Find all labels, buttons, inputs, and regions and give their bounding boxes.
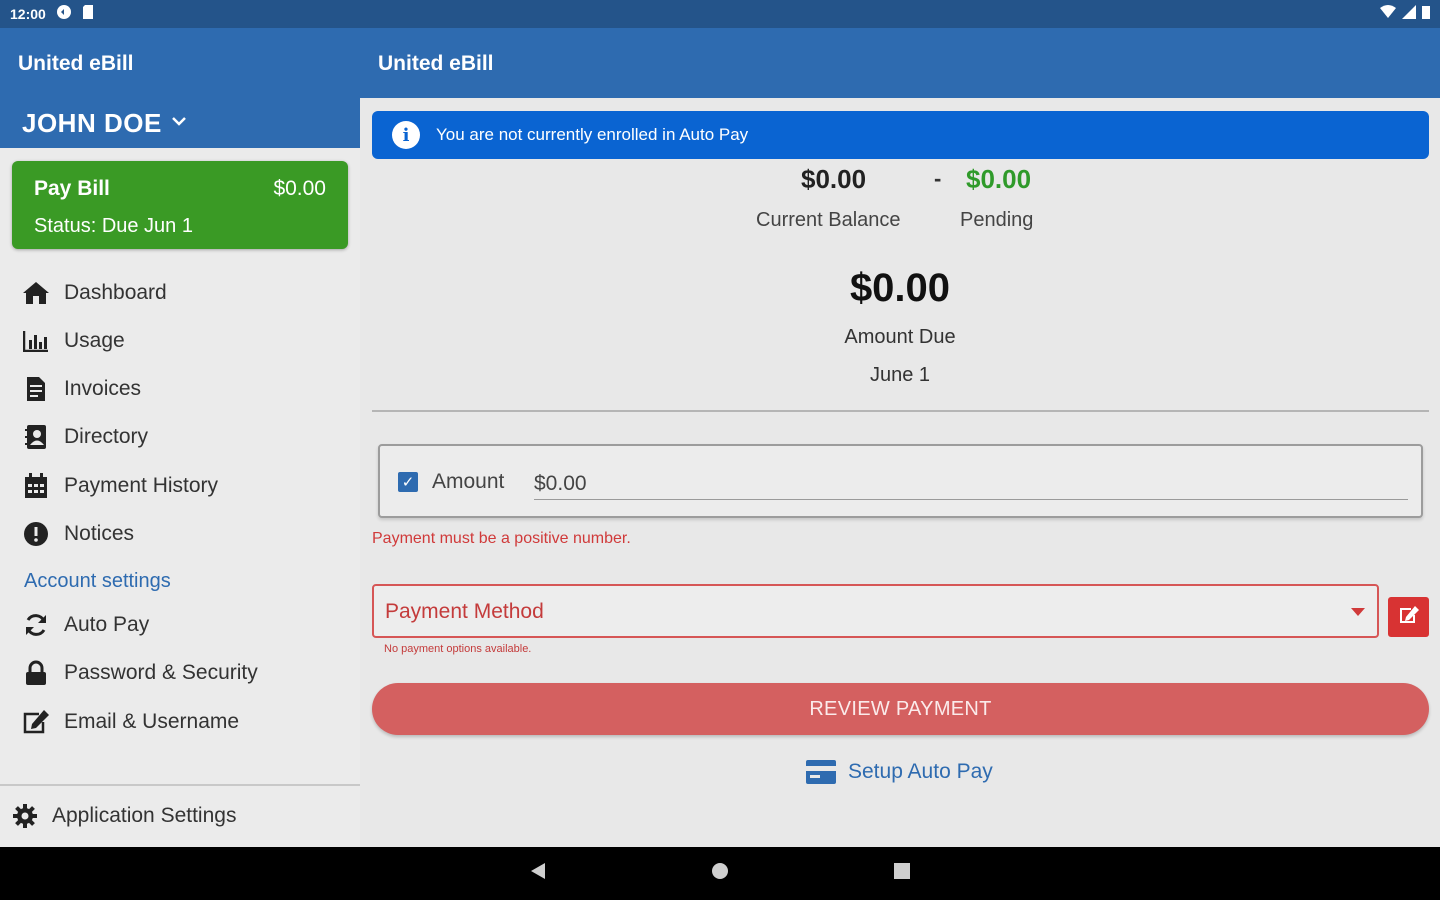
sidebar-item-label: Dashboard <box>64 281 167 304</box>
pay-bill-title: Pay Bill <box>34 177 110 200</box>
home-circle-icon <box>711 862 729 885</box>
edit-payment-method-button[interactable] <box>1388 597 1429 637</box>
edit-icon <box>1399 605 1419 629</box>
pay-bill-card[interactable]: Pay Bill $0.00 Status: Due Jun 1 <box>12 161 348 249</box>
invoice-icon <box>22 375 50 403</box>
review-payment-button[interactable]: REVIEW PAYMENT <box>372 683 1429 735</box>
alert-circle-icon <box>22 520 50 548</box>
amount-error: Payment must be a positive number. <box>372 530 631 547</box>
page-title: United eBill <box>378 52 494 75</box>
signal-icon <box>1402 5 1416 23</box>
info-icon: i <box>392 121 420 149</box>
sidebar-item-label: Directory <box>64 425 149 448</box>
back-triangle-icon <box>530 862 546 885</box>
credit-card-icon <box>806 760 836 784</box>
banner-text: You are not currently enrolled in Auto P… <box>436 125 749 144</box>
sidebar-item-usage[interactable]: Usage <box>22 323 125 359</box>
user-name: JOHN DOE <box>22 107 162 138</box>
sidebar-item-label: Notices <box>64 522 135 545</box>
home-button[interactable] <box>700 847 740 900</box>
sidebar-item-label: Application Settings <box>52 804 237 827</box>
pay-bill-amount: $0.00 <box>273 177 326 200</box>
edit-icon <box>22 708 50 736</box>
sidebar-item-payment-history[interactable]: Payment History <box>22 468 218 504</box>
sync-status-icon <box>56 4 72 24</box>
amount-due-date: June 1 <box>869 364 931 386</box>
sidebar-item-application-settings[interactable]: Application Settings <box>10 798 236 834</box>
home-icon <box>22 279 50 307</box>
amount-checkbox[interactable]: ✓ <box>398 472 418 492</box>
sidebar-item-label: Usage <box>64 329 125 352</box>
sidebar-item-label: Auto Pay <box>64 613 150 636</box>
account-settings-heading: Account settings <box>24 570 171 592</box>
auto-pay-banner: i You are not currently enrolled in Auto… <box>372 111 1429 159</box>
sidebar-item-invoices[interactable]: Invoices <box>22 371 141 407</box>
back-button[interactable] <box>518 847 558 900</box>
payment-method-error: No payment options available. <box>384 643 532 655</box>
section-divider <box>372 410 1429 412</box>
amount-due-value: $0.00 <box>849 266 951 310</box>
calendar-icon <box>22 472 50 500</box>
balance-separator: - <box>934 166 942 191</box>
sidebar-divider <box>0 784 360 786</box>
sidebar-item-dashboard[interactable]: Dashboard <box>22 275 167 311</box>
status-time: 12:00 <box>10 6 46 22</box>
amount-label: Amount <box>432 470 505 493</box>
sidebar-item-directory[interactable]: Directory <box>22 419 148 455</box>
lock-icon <box>22 659 50 687</box>
chevron-down-icon <box>171 114 186 132</box>
sync-icon <box>22 611 50 639</box>
drawer-app-title: United eBill <box>18 52 134 75</box>
amount-due-label: Amount Due <box>844 326 956 348</box>
payment-method-placeholder: Payment Method <box>385 600 544 623</box>
pending-label: Pending <box>960 209 1034 231</box>
system-nav-bar <box>0 847 1440 900</box>
pending-value: $0.00 <box>966 164 1032 194</box>
sd-card-icon <box>82 4 94 24</box>
sidebar-item-label: Invoices <box>64 377 142 400</box>
battery-icon <box>1422 5 1430 23</box>
recents-button[interactable] <box>882 847 922 900</box>
payment-method-select[interactable]: Payment Method <box>372 584 1379 638</box>
sidebar-item-email-username[interactable]: Email & Username <box>22 704 239 740</box>
sidebar-item-label: Email & Username <box>64 710 240 733</box>
account-switcher[interactable]: JOHN DOE <box>0 98 360 148</box>
setup-auto-pay-label: Setup Auto Pay <box>848 760 993 783</box>
contact-book-icon <box>22 423 50 451</box>
current-balance-value: $0.00 <box>801 164 867 194</box>
app-bar: United eBill United eBill <box>0 28 1440 98</box>
sidebar: JOHN DOE Pay Bill $0.00 Status: Due Jun … <box>0 98 360 847</box>
status-bar: 12:00 <box>0 0 1440 28</box>
bar-chart-icon <box>22 327 50 355</box>
sidebar-item-auto-pay[interactable]: Auto Pay <box>22 607 149 643</box>
dropdown-caret-icon <box>1351 608 1365 616</box>
sidebar-item-notices[interactable]: Notices <box>22 516 134 552</box>
amount-input[interactable] <box>534 468 1408 500</box>
wifi-icon <box>1380 5 1396 23</box>
sidebar-item-password-security[interactable]: Password & Security <box>22 655 258 691</box>
recents-square-icon <box>893 862 911 885</box>
sidebar-item-label: Payment History <box>64 474 219 497</box>
current-balance-label: Current Balance <box>756 209 901 231</box>
setup-auto-pay-link[interactable]: Setup Auto Pay <box>806 760 993 784</box>
main-content: i You are not currently enrolled in Auto… <box>360 98 1440 847</box>
amount-field-card: ✓ Amount <box>378 444 1423 518</box>
pay-bill-status: Status: Due Jun 1 <box>34 215 193 237</box>
gear-icon <box>10 801 40 831</box>
sidebar-item-label: Password & Security <box>64 661 258 684</box>
